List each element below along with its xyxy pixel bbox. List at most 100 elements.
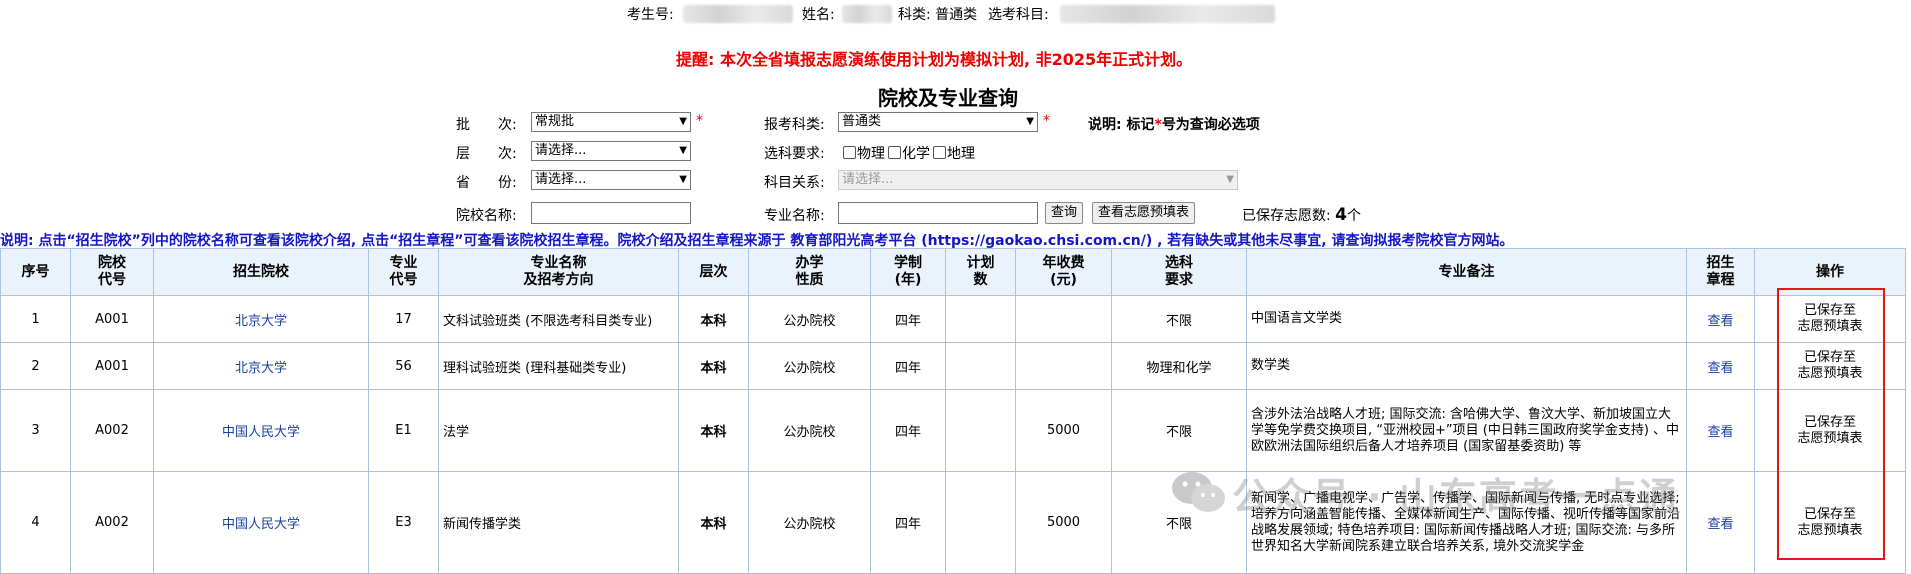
cell-no: 4 [0, 471, 71, 574]
school-link[interactable]: 北京大学 [235, 314, 287, 329]
charter-link[interactable]: 查看 [1707, 314, 1733, 329]
level-select[interactable]: 请选择... ▼ [531, 141, 691, 161]
school-name-label: 院校名称: [456, 208, 517, 224]
level-label: 层 次: [456, 146, 517, 162]
exam-category-select[interactable]: 普通类 ▼ [838, 112, 1038, 132]
province-select[interactable]: 请选择... ▼ [531, 170, 691, 190]
cell-level: 本科 [700, 425, 727, 440]
student-name-label: 姓名: [802, 7, 835, 23]
redacted-student-id [683, 5, 793, 23]
checkbox-icon [888, 146, 901, 159]
redacted-student-name [842, 5, 892, 23]
cell-remark: 中国语言文学类 [1251, 311, 1343, 326]
geography-label: 地理 [947, 146, 975, 162]
cell-subject-req: 不限 [1165, 313, 1192, 329]
saved-count-label: 已保存志愿数: [1242, 208, 1331, 224]
chevron-down-icon: ▼ [1226, 174, 1234, 185]
major-name-input[interactable] [838, 202, 1038, 224]
cell-years: 四年 [870, 389, 946, 472]
cell-major: 新闻传播学类 [443, 517, 522, 532]
province-label: 省 份: [456, 175, 517, 191]
header-major-code: 专业 代号 [368, 248, 439, 296]
chevron-down-icon: ▼ [679, 145, 687, 156]
level-select-value: 请选择... [535, 143, 587, 158]
charter-link[interactable]: 查看 [1707, 425, 1733, 440]
highlight-box [1777, 288, 1885, 560]
cell-fee: 5000 [1046, 423, 1081, 438]
cell-level: 本科 [678, 471, 749, 574]
cell-major-code: 17 [368, 295, 439, 343]
cell-no: 1 [31, 311, 40, 327]
chemistry-label: 化学 [902, 146, 930, 162]
header-nature: 办学 性质 [748, 248, 871, 296]
cell-major-code: 56 [368, 342, 439, 390]
cell-remark: 含涉外法治战略人才班; 国际交流: 含哈佛大学、鲁汶大学、新加坡国立大学等免学费… [1251, 406, 1680, 454]
cell-major-code: E3 [368, 471, 439, 574]
school-name-input[interactable] [531, 202, 691, 224]
search-button[interactable]: 查询 [1045, 202, 1084, 224]
header-school-code: 院校 代号 [70, 248, 154, 296]
cell-level: 本科 [678, 295, 749, 343]
cell-code: A001 [70, 295, 154, 343]
header-remark: 专业备注 [1246, 248, 1687, 296]
school-link[interactable]: 中国人民大学 [222, 425, 300, 440]
province-select-value: 请选择... [535, 172, 587, 187]
chevron-down-icon: ▼ [1026, 116, 1034, 127]
cell-school-code: A001 [95, 358, 129, 374]
cell-no: 4 [31, 515, 40, 530]
checkbox-icon [933, 146, 946, 159]
student-id-label: 考生号: [627, 7, 674, 23]
school-link[interactable]: 中国人民大学 [222, 517, 300, 532]
batch-select[interactable]: 常规批 ▼ [531, 112, 691, 132]
simulation-warning: 提醒: 本次全省填报志愿演练使用计划为模拟计划, 非2025年正式计划。 [676, 50, 1193, 69]
cell-charter: 查看 [1686, 295, 1755, 343]
cell-fee: 5000 [1015, 389, 1112, 472]
cell-fee: 5000 [1015, 471, 1112, 574]
cell-plan [945, 389, 1016, 472]
cell-school-code: A002 [95, 423, 129, 438]
cell-no: 1 [0, 295, 71, 343]
header-charter: 招生 章程 [1686, 248, 1755, 296]
cell-no: 3 [31, 423, 40, 438]
redacted-student-subjects [1060, 5, 1275, 23]
table-row: 2 A001 北京大学 56 理科试验班类 (理科基础类专业) 本科 公办院校 四年 物理和化学… [0, 342, 1906, 390]
cell-nature: 公办院校 [748, 295, 871, 343]
cell-major-code: E1 [395, 423, 412, 438]
cell-major-code: 17 [395, 311, 412, 327]
cell-major: 法学 [443, 425, 470, 440]
required-explanation: 说明: 标记*号为查询必选项 [1088, 114, 1260, 134]
student-subjects-label: 选考科目: [988, 7, 1049, 23]
school-link[interactable]: 北京大学 [235, 361, 287, 376]
cell-req: 不限 [1111, 295, 1247, 343]
major-name-label: 专业名称: [764, 208, 825, 224]
cell-major: 理科试验班类 (理科基础类专业) [443, 360, 627, 376]
charter-link[interactable]: 查看 [1707, 517, 1733, 532]
exam-category-required-mark: * [1043, 113, 1050, 129]
physics-checkbox[interactable]: 物理 [843, 143, 885, 163]
charter-link[interactable]: 查看 [1707, 361, 1733, 376]
wechat-icon [1172, 472, 1225, 512]
cell-charter: 查看 [1686, 471, 1755, 574]
subject-relation-select-value: 请选择... [842, 172, 894, 187]
saved-count: 已保存志愿数: 4个 [1242, 205, 1361, 225]
cell-years: 四年 [894, 313, 921, 329]
subject-relation-label: 科目关系: [764, 175, 825, 191]
student-info-bar: 考生号: 姓名: 科类: 普通类 选考科目: [0, 4, 1911, 26]
subject-relation-select[interactable]: 请选择... ▼ [838, 170, 1238, 190]
cell-subject-req: 不限 [1165, 425, 1192, 440]
cell-nature: 公办院校 [783, 313, 836, 329]
saved-count-value: 4 [1335, 205, 1348, 225]
geography-checkbox[interactable]: 地理 [933, 143, 975, 163]
cell-remark: 中国语言文学类 [1246, 295, 1687, 343]
table-row: 1 A001 北京大学 17 文科试验班类 (不限选考科目类专业) 本科 公办院校 四年 不限 中… [0, 295, 1906, 343]
source-note: 说明: 点击“招生院校”列中的院校名称可查看该院校介绍, 点击“招生章程”可查看… [0, 233, 1514, 249]
cell-school-code: A001 [95, 311, 129, 327]
cell-no: 3 [0, 389, 71, 472]
subject-requirement-label: 选科要求: [764, 146, 825, 162]
batch-label: 批 次: [456, 117, 517, 133]
chemistry-checkbox[interactable]: 化学 [888, 143, 930, 163]
view-preference-table-button[interactable]: 查看志愿预填表 [1092, 202, 1196, 224]
cell-subject-req: 物理和化学 [1146, 360, 1212, 376]
cell-major: 文科试验班类 (不限选考科目类专业) [438, 295, 679, 343]
cell-nature: 公办院校 [748, 471, 871, 574]
